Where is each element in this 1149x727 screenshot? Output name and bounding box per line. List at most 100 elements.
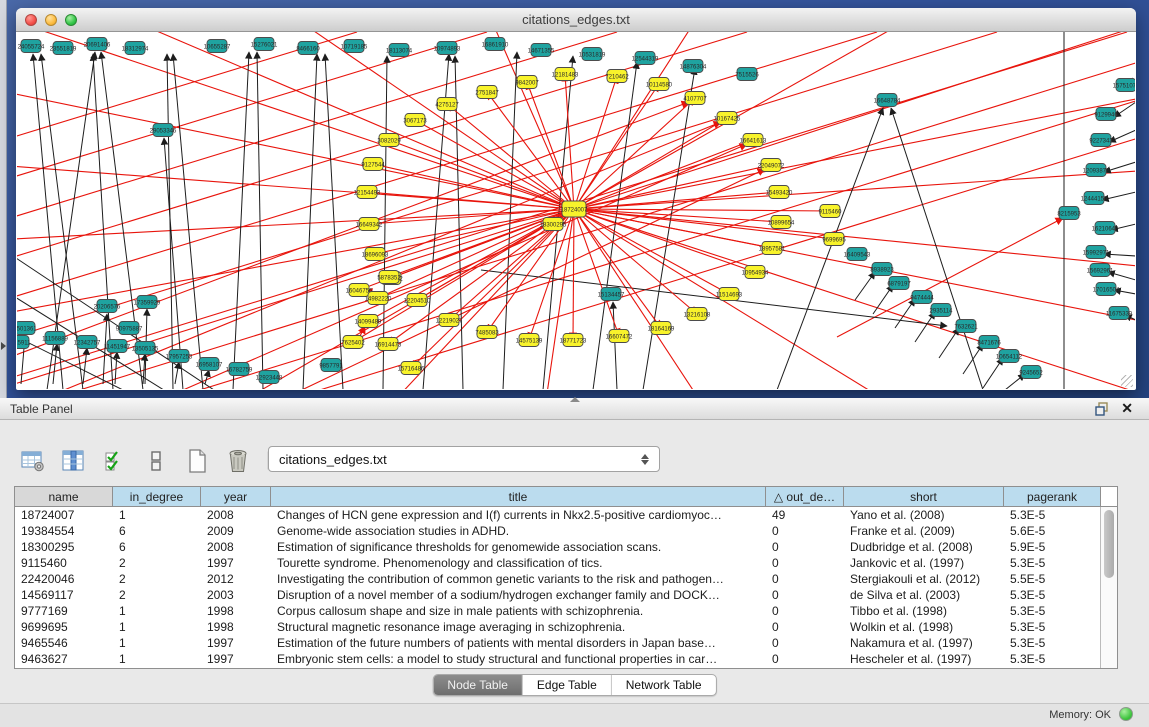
float-panel-icon[interactable] — [1095, 402, 1109, 416]
network-node[interactable]: 14575139 — [516, 334, 543, 347]
network-node[interactable]: 16861910 — [482, 38, 509, 51]
scrollbar-thumb[interactable] — [1104, 510, 1114, 578]
column-header-year[interactable]: year — [201, 487, 271, 506]
network-node[interactable]: 16958107 — [196, 358, 223, 371]
network-node[interactable]: 12219027 — [436, 314, 463, 327]
network-node[interactable]: 20691406 — [84, 38, 111, 51]
network-node[interactable]: 9245652 — [1019, 366, 1043, 379]
network-edge[interactable] — [205, 370, 209, 384]
network-edge[interactable] — [915, 312, 935, 342]
network-node[interactable]: 17359929 — [134, 296, 161, 309]
network-node[interactable]: 12204510 — [404, 294, 431, 307]
network-node[interactable]: 18312974 — [122, 42, 149, 55]
network-node[interactable]: 15751074 — [1113, 79, 1135, 92]
network-node[interactable]: 16649342 — [356, 218, 383, 231]
network-node[interactable]: 4275127 — [435, 98, 459, 111]
network-edge[interactable] — [574, 209, 1135, 332]
column-header-out_de[interactable]: △ out_de… — [766, 487, 844, 506]
network-node[interactable]: 5878352 — [377, 271, 401, 284]
network-node[interactable]: 9842007 — [515, 76, 539, 89]
network-node[interactable]: 13505135 — [132, 342, 159, 355]
network-node[interactable]: 90975887 — [116, 322, 143, 335]
table-row[interactable]: 969969511998Structural magnetic resonanc… — [15, 619, 1117, 635]
network-node[interactable]: 8471676 — [977, 336, 1001, 349]
network-node[interactable]: 17957253 — [166, 350, 193, 363]
table-source-select[interactable]: citations_edges.txt — [268, 446, 660, 472]
network-node[interactable]: 17016504 — [1093, 283, 1120, 296]
network-edge[interactable] — [963, 344, 983, 374]
window-resize-grip[interactable] — [1121, 375, 1133, 387]
network-edge[interactable] — [574, 209, 937, 389]
network-node[interactable]: 16607472 — [606, 330, 633, 343]
network-node[interactable]: 10167425 — [714, 112, 741, 125]
network-node[interactable]: 12342757 — [74, 336, 101, 349]
network-edge[interactable] — [297, 120, 1135, 389]
network-edge[interactable] — [895, 299, 915, 328]
network-node[interactable]: 13216108 — [684, 308, 711, 321]
column-header-in_degree[interactable]: in_degree — [113, 487, 201, 506]
network-node[interactable]: 9227343 — [1089, 134, 1113, 147]
table-panel-header[interactable]: Table Panel ✕ — [0, 398, 1149, 420]
column-header-title[interactable]: title — [271, 487, 766, 506]
network-node[interactable]: 20206576 — [94, 300, 121, 313]
network-node[interactable]: 9699695 — [822, 233, 846, 246]
network-node[interactable]: 12923448 — [256, 371, 283, 384]
citation-network-graph[interactable]: 2405572423551819206914061831297410655287… — [17, 32, 1135, 389]
network-node[interactable]: 7632621 — [954, 320, 978, 333]
network-node[interactable]: 15716486 — [398, 362, 425, 375]
close-panel-icon[interactable]: ✕ — [1121, 400, 1133, 417]
network-node[interactable]: 14099489 — [355, 315, 382, 328]
network-node[interactable]: 11514693 — [716, 288, 743, 301]
network-node[interactable]: 10954934 — [742, 266, 769, 279]
network-node[interactable]: 10655287 — [204, 40, 231, 53]
network-node[interactable]: 9127544 — [361, 158, 385, 171]
network-edge[interactable] — [83, 348, 87, 384]
column-header-short[interactable]: short — [844, 487, 1004, 506]
column-select-icon[interactable] — [61, 448, 87, 474]
network-edge[interactable] — [389, 140, 574, 209]
network-node[interactable]: 16641613 — [740, 134, 767, 147]
network-edge[interactable] — [173, 54, 203, 389]
network-edge[interactable] — [373, 164, 574, 209]
network-node[interactable]: 16648784 — [874, 94, 901, 107]
network-node[interactable]: 10114580 — [646, 78, 673, 91]
table-row[interactable]: 911546021997Tourette syndrome. Phenomeno… — [15, 555, 1117, 571]
network-node[interactable]: 16782759 — [226, 363, 253, 376]
network-node[interactable]: 12444159 — [1081, 192, 1108, 205]
side-splitter[interactable] — [0, 0, 7, 398]
network-node[interactable]: 3082029 — [377, 134, 401, 147]
column-header-name[interactable]: name — [15, 487, 113, 506]
table-row[interactable]: 1456911722003Disruption of a novel membe… — [15, 587, 1117, 603]
network-canvas[interactable]: 2405572423551819206914061831297410655287… — [17, 32, 1135, 389]
network-node[interactable]: 15276021 — [251, 38, 278, 51]
network-node[interactable]: 18957581 — [759, 242, 786, 255]
panel-drag-handle-icon[interactable] — [570, 397, 580, 402]
network-node[interactable]: 4107707 — [683, 92, 707, 105]
network-node[interactable]: 18696093 — [362, 248, 389, 261]
network-node[interactable]: 8215953 — [1057, 207, 1081, 220]
network-node[interactable]: 16210643 — [1092, 222, 1119, 235]
network-node[interactable]: 11156889 — [42, 332, 68, 345]
network-node[interactable]: 10531819 — [579, 48, 606, 61]
network-node[interactable]: 18113074 — [386, 44, 413, 57]
rows-icon[interactable] — [143, 448, 169, 474]
row-checks-icon[interactable] — [102, 448, 128, 474]
network-node[interactable]: 16409543 — [844, 248, 871, 261]
network-node[interactable]: 3915911 — [17, 336, 31, 349]
column-header-pagerank[interactable]: pagerank — [1004, 487, 1101, 506]
network-node[interactable]: 9474444 — [910, 291, 934, 304]
network-edge[interactable] — [777, 108, 883, 389]
table-settings-icon[interactable] — [20, 448, 46, 474]
table-row[interactable]: 1938455462009Genome-wide association stu… — [15, 523, 1117, 539]
network-node[interactable]: 15134457 — [598, 288, 625, 301]
network-node[interactable]: 15692961 — [1087, 264, 1114, 277]
network-edge[interactable] — [17, 209, 574, 389]
network-node[interactable]: 2935114 — [930, 304, 954, 317]
network-node[interactable]: 12181483 — [552, 68, 579, 81]
network-node[interactable]: 8466160 — [296, 42, 320, 55]
network-node[interactable]: 2751847 — [475, 86, 499, 99]
network-node[interactable]: 18300295 — [540, 218, 567, 231]
tab-edge-table[interactable]: Edge Table — [523, 675, 612, 695]
table-row[interactable]: 946554611997Estimation of the future num… — [15, 635, 1117, 651]
network-node[interactable]: 18771723 — [560, 334, 587, 347]
